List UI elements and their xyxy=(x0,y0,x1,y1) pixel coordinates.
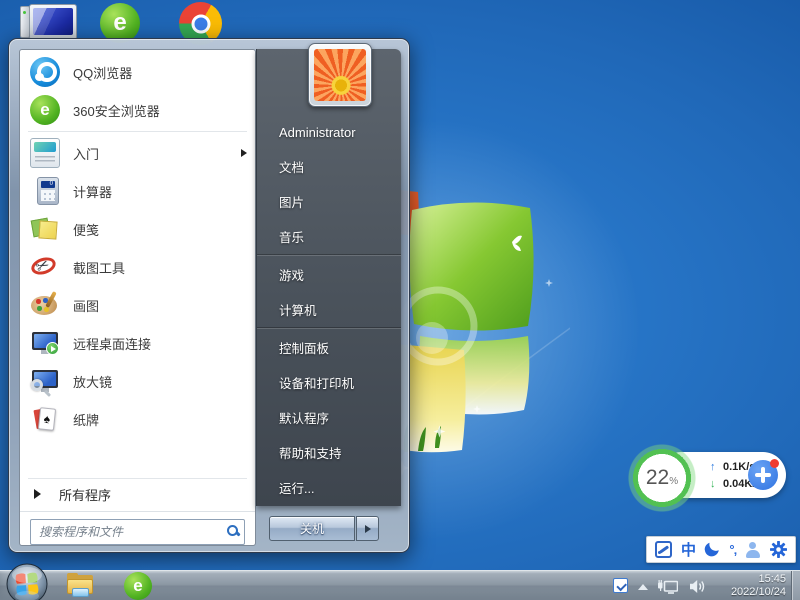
menu-item-sticky-notes[interactable]: 便笺 xyxy=(20,210,255,248)
computer-monitor-icon xyxy=(29,4,77,40)
ime-fullwidth-moon-icon[interactable] xyxy=(703,539,723,559)
shutdown-options-button[interactable] xyxy=(356,516,379,541)
sticky-notes-icon xyxy=(30,214,60,244)
menu-item-label: 画图 xyxy=(73,296,99,315)
menu-separator xyxy=(28,131,247,132)
menu-item-music[interactable]: 音乐 xyxy=(257,219,401,254)
getting-started-icon xyxy=(30,138,60,168)
chrome-icon xyxy=(191,14,210,33)
menu-separator xyxy=(28,478,247,479)
menu-item-label: 纸牌 xyxy=(73,410,99,429)
qq-browser-icon xyxy=(30,57,60,87)
ime-settings-gear-icon[interactable] xyxy=(770,541,787,558)
ime-account-icon[interactable] xyxy=(745,542,761,558)
menu-item-run[interactable]: 运行... xyxy=(257,470,401,505)
menu-item-devices-printers[interactable]: 设备和打印机 xyxy=(257,365,401,400)
360-browser-icon: e xyxy=(133,576,142,596)
start-button[interactable] xyxy=(6,563,48,600)
menu-item-label: 截图工具 xyxy=(73,258,125,277)
menu-item-pictures[interactable]: 图片 xyxy=(257,184,401,219)
memory-usage-ball[interactable]: 22% xyxy=(627,443,697,513)
menu-item-label: 便笺 xyxy=(73,220,99,239)
magnifier-icon xyxy=(30,366,60,396)
menu-item-getting-started[interactable]: 入门 xyxy=(20,134,255,172)
start-menu-right-panel: Administrator 文档 图片 音乐 游戏 计算机 控制面板 设备和打印… xyxy=(256,49,401,506)
360-browser-icon: e xyxy=(30,95,60,125)
tray-date: 2022/10/24 xyxy=(731,586,786,599)
all-programs-arrow-icon xyxy=(34,489,41,499)
menu-item-qq-browser[interactable]: QQ浏览器 xyxy=(20,53,255,91)
menu-item-control-panel[interactable]: 控制面板 xyxy=(257,330,401,365)
user-name[interactable]: Administrator xyxy=(257,115,401,149)
calculator-icon: 0 xyxy=(37,177,59,205)
submenu-arrow-icon xyxy=(241,149,247,157)
volume-tray-icon[interactable] xyxy=(689,579,706,594)
menu-item-default-programs[interactable]: 默认程序 xyxy=(257,400,401,435)
menu-item-paint[interactable]: 画图 xyxy=(20,286,255,324)
menu-item-360-browser[interactable]: e 360安全浏览器 xyxy=(20,91,255,129)
search-area xyxy=(20,511,255,545)
explorer-folder-icon xyxy=(72,588,89,597)
network-tray-icon[interactable] xyxy=(658,578,678,595)
snipping-tool-icon: ✂ xyxy=(30,252,60,282)
all-programs-button[interactable]: 所有程序 xyxy=(20,481,255,507)
menu-item-solitaire[interactable]: ♠ 纸牌 xyxy=(20,400,255,438)
solitaire-icon: ♠ xyxy=(30,404,60,434)
remote-desktop-icon xyxy=(30,328,60,358)
desktop-icon-360-browser[interactable]: e xyxy=(100,3,140,43)
search-icon xyxy=(227,525,237,535)
tray-ime-status-icon[interactable] xyxy=(613,578,628,593)
desktop: e QQ浏览器 e 360安全浏览器 入门 0 计算器 xyxy=(0,0,800,600)
menu-item-help-support[interactable]: 帮助和支持 xyxy=(257,435,401,470)
menu-item-label: 放大镜 xyxy=(73,372,112,391)
menu-item-label: 远程桌面连接 xyxy=(73,334,151,353)
menu-item-label: 入门 xyxy=(73,144,99,163)
ime-toolbar: 中 °‚ xyxy=(646,536,796,563)
menu-item-label: 计算器 xyxy=(73,182,112,201)
user-avatar[interactable] xyxy=(308,43,372,107)
menu-item-computer[interactable]: 计算机 xyxy=(257,292,401,327)
upload-arrow-icon: ↑ xyxy=(710,461,723,473)
menu-separator xyxy=(257,255,401,256)
menu-item-calculator[interactable]: 0 计算器 xyxy=(20,172,255,210)
menu-item-label: 360安全浏览器 xyxy=(73,101,160,120)
ime-punctuation-toggle[interactable]: °‚ xyxy=(729,542,736,557)
show-hidden-icons-arrow[interactable] xyxy=(638,584,648,590)
menu-item-snipping-tool[interactable]: ✂ 截图工具 xyxy=(20,248,255,286)
menu-item-documents[interactable]: 文档 xyxy=(257,149,401,184)
360-browser-icon: e xyxy=(113,9,126,37)
tray-time: 15:45 xyxy=(731,573,786,586)
chevron-right-icon xyxy=(365,525,371,533)
taskbar-360-browser-button[interactable]: e xyxy=(124,572,152,600)
notification-dot xyxy=(770,459,779,468)
shutdown-button[interactable]: 关机 xyxy=(269,516,355,541)
all-programs-label: 所有程序 xyxy=(59,485,111,504)
paint-icon xyxy=(30,290,60,320)
menu-separator xyxy=(257,328,401,329)
taskbar-clock[interactable]: 15:45 2022/10/24 xyxy=(731,573,786,599)
start-menu-left-panel: QQ浏览器 e 360安全浏览器 入门 0 计算器 便笺 xyxy=(19,49,256,546)
desktop-icon-computer[interactable] xyxy=(20,4,78,40)
download-arrow-icon: ↓ xyxy=(710,478,723,490)
menu-item-magnifier[interactable]: 放大镜 xyxy=(20,362,255,400)
show-desktop-button[interactable] xyxy=(791,571,800,600)
start-menu: QQ浏览器 e 360安全浏览器 入门 0 计算器 便笺 xyxy=(8,38,410,553)
menu-item-games[interactable]: 游戏 xyxy=(257,257,401,292)
menu-item-remote-desktop[interactable]: 远程桌面连接 xyxy=(20,324,255,362)
taskbar: e 15:45 2022/10/24 xyxy=(0,570,800,600)
search-input[interactable] xyxy=(30,519,245,545)
accelerate-ball-button[interactable] xyxy=(748,460,778,490)
taskbar-explorer-button[interactable] xyxy=(64,573,98,599)
usage-percent: 22 xyxy=(646,466,669,489)
avatar-flower-image xyxy=(314,49,366,101)
ime-mode-toggle[interactable]: 中 xyxy=(681,539,696,560)
ime-logo-icon[interactable] xyxy=(655,541,672,558)
menu-item-label: QQ浏览器 xyxy=(73,63,132,82)
